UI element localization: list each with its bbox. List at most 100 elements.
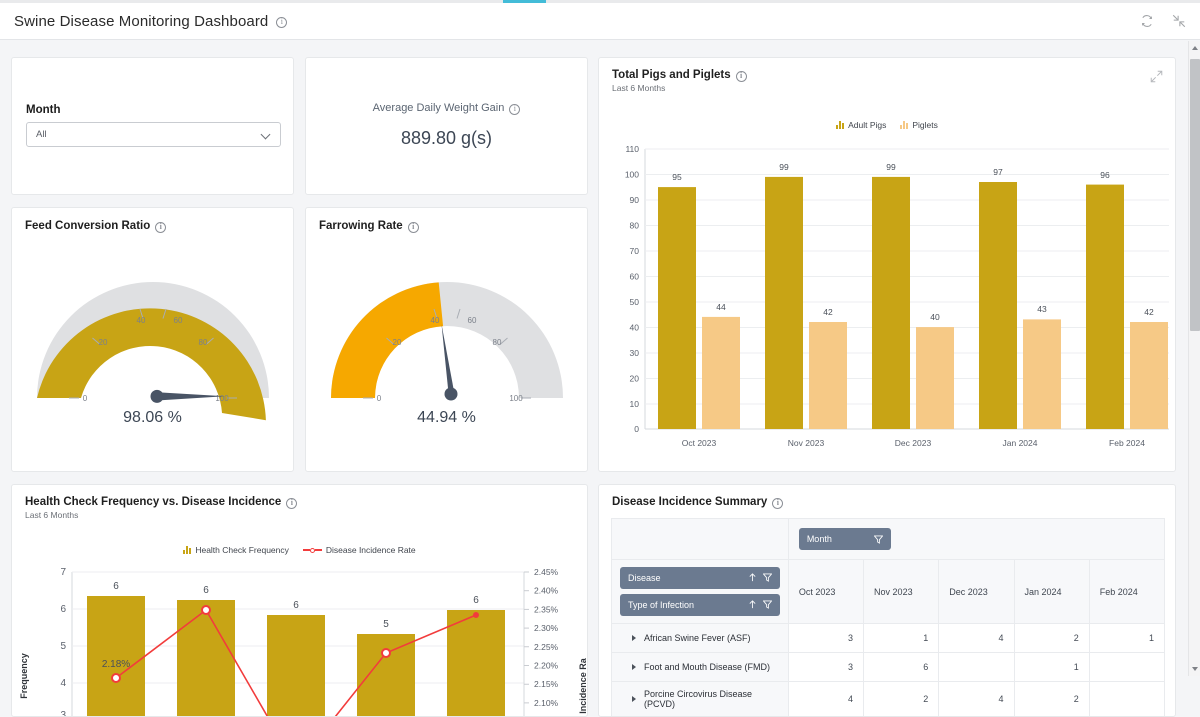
filter-icon[interactable] — [762, 572, 773, 584]
refresh-icon[interactable] — [1140, 14, 1154, 28]
bar-value: 97 — [993, 167, 1003, 177]
bar-group-jan-2024: 97 43 Jan 2024 — [979, 167, 1061, 448]
month-field-pill[interactable]: Month — [798, 528, 891, 550]
bar-group-health-check: 6 6 6 5 6 — [87, 581, 505, 716]
card-title: Feed Conversion Ratio — [25, 220, 167, 233]
svg-text:80: 80 — [630, 221, 640, 231]
disease-summary-title: Disease Incidence Summary — [612, 496, 768, 508]
average-daily-weight-gain-card: Average Daily Weight Gain 889.80 g(s) — [305, 57, 588, 195]
expand-icon[interactable] — [1150, 70, 1163, 88]
bar-value: 42 — [1144, 307, 1154, 317]
svg-text:20: 20 — [630, 374, 640, 384]
bar-adult-pigs — [658, 187, 696, 429]
line-point — [201, 605, 211, 615]
svg-text:5: 5 — [60, 641, 66, 652]
feed-conversion-ratio-title: Feed Conversion Ratio — [25, 220, 151, 232]
bar-value: 6 — [203, 585, 209, 596]
filter-icon[interactable] — [762, 599, 773, 611]
month-filter-label: Month — [26, 104, 61, 116]
gauge-tick-80: 80 — [492, 338, 501, 347]
kpi-label-row: Average Daily Weight Gain — [372, 102, 521, 115]
info-icon[interactable] — [286, 497, 298, 509]
bar-group-nov-2023: 99 42 Nov 2023 — [765, 162, 847, 448]
svg-text:7: 7 — [60, 567, 66, 578]
farrowing-rate-title: Farrowing Rate — [319, 220, 403, 232]
bar-chart-icon — [836, 121, 845, 129]
combo-chart-title: Health Check Frequency vs. Disease Incid… — [25, 496, 282, 508]
column-header-oct-2023[interactable]: Oct 2023 — [787, 559, 865, 624]
scroll-down-icon[interactable] — [1189, 662, 1200, 676]
sort-ascending-icon[interactable] — [748, 599, 757, 611]
table-row: Porcine Circovirus Disease (PCVD) 4 2 4 … — [611, 681, 1166, 716]
cell-value — [1088, 681, 1166, 716]
x-tick-label: Jan 2024 — [1003, 438, 1038, 448]
info-icon[interactable] — [509, 103, 521, 115]
dashboard-canvas: Month All Average Daily Weight Gain 889.… — [0, 41, 1188, 717]
legend-label: Adult Pigs — [848, 120, 887, 130]
combo-chart-subtitle: Last 6 Months — [25, 510, 79, 520]
bar-value: 44 — [716, 302, 726, 312]
bar-adult-pigs — [979, 182, 1017, 429]
x-tick-label: Feb 2024 — [1109, 438, 1145, 448]
card-title: Disease Incidence Summary — [612, 496, 784, 509]
bar-health-check — [447, 610, 505, 716]
row-header-cell[interactable]: African Swine Fever (ASF) — [611, 623, 789, 653]
cell-value — [938, 652, 1015, 682]
svg-text:90: 90 — [630, 195, 640, 205]
card-title: Farrowing Rate — [319, 220, 419, 233]
row-header-cell[interactable]: Porcine Circovirus Disease (PCVD) — [611, 681, 789, 716]
y2-tick: 2.15% — [534, 679, 559, 689]
pill-actions[interactable] — [748, 599, 773, 611]
pivot-corner-cell — [611, 518, 789, 560]
bar-adult-pigs — [765, 176, 803, 429]
y2-tick: 2.25% — [534, 642, 559, 652]
sort-ascending-icon[interactable] — [748, 572, 757, 584]
pill-actions[interactable] — [748, 572, 773, 584]
gauge-tick-0: 0 — [376, 394, 381, 403]
row-header-cell[interactable]: Foot and Mouth Disease (FMD) — [611, 652, 789, 682]
bar-value: 6 — [473, 595, 479, 606]
card-title: Health Check Frequency vs. Disease Incid… — [25, 496, 298, 509]
column-header-dec-2023[interactable]: Dec 2023 — [938, 559, 1015, 624]
vertical-scrollbar[interactable] — [1188, 41, 1200, 676]
collapse-icon[interactable] — [1172, 14, 1186, 28]
info-icon[interactable] — [772, 497, 784, 509]
legend-item-health-check-frequency[interactable]: Health Check Frequency — [183, 545, 289, 555]
column-header-feb-2024[interactable]: Feb 2024 — [1088, 559, 1166, 624]
svg-text:4: 4 — [60, 678, 66, 689]
legend-item-adult-pigs[interactable]: Adult Pigs — [836, 120, 886, 130]
type-of-infection-field-pill[interactable]: Type of Infection — [620, 594, 780, 616]
info-icon[interactable] — [276, 16, 288, 28]
column-header-nov-2023[interactable]: Nov 2023 — [863, 559, 940, 624]
scroll-up-icon[interactable] — [1189, 41, 1200, 55]
gauge-tick-100: 100 — [509, 394, 523, 403]
filter-icon[interactable] — [873, 534, 883, 544]
gauge-tick-60: 60 — [173, 316, 182, 325]
cell-value: 2 — [1013, 623, 1090, 653]
svg-text:30: 30 — [630, 348, 640, 358]
bar-value: 6 — [113, 581, 119, 592]
expand-triangle-icon[interactable] — [632, 696, 636, 702]
disease-field-pill[interactable]: Disease — [620, 567, 780, 589]
expand-triangle-icon[interactable] — [632, 664, 636, 670]
health-check-vs-disease-incidence-card: Health Check Frequency vs. Disease Incid… — [11, 484, 588, 717]
gauge-needle — [152, 392, 225, 401]
gauge-tick-20: 20 — [392, 338, 401, 347]
kpi-label: Average Daily Weight Gain — [372, 102, 505, 114]
svg-text:50: 50 — [630, 297, 640, 307]
app-header: Swine Disease Monitoring Dashboard — [0, 3, 1200, 40]
bar-value: 99 — [886, 162, 896, 172]
total-pigs-title: Total Pigs and Piglets — [612, 69, 731, 81]
legend-item-piglets[interactable]: Piglets — [900, 120, 938, 130]
info-icon[interactable] — [735, 70, 747, 82]
feed-conversion-ratio-gauge: 0 20 40 60 80 100 98.06 % — [12, 248, 293, 427]
info-icon[interactable] — [407, 221, 419, 233]
gauge-hub — [444, 387, 457, 401]
legend-item-disease-incidence-rate[interactable]: Disease Incidence Rate — [302, 545, 416, 555]
info-icon[interactable] — [155, 221, 167, 233]
column-header-jan-2024[interactable]: Jan 2024 — [1013, 559, 1090, 624]
y-axis-label: Frequency — [19, 653, 29, 699]
month-select[interactable]: All — [26, 122, 281, 147]
expand-triangle-icon[interactable] — [632, 635, 636, 641]
scrollbar-thumb[interactable] — [1190, 59, 1200, 331]
